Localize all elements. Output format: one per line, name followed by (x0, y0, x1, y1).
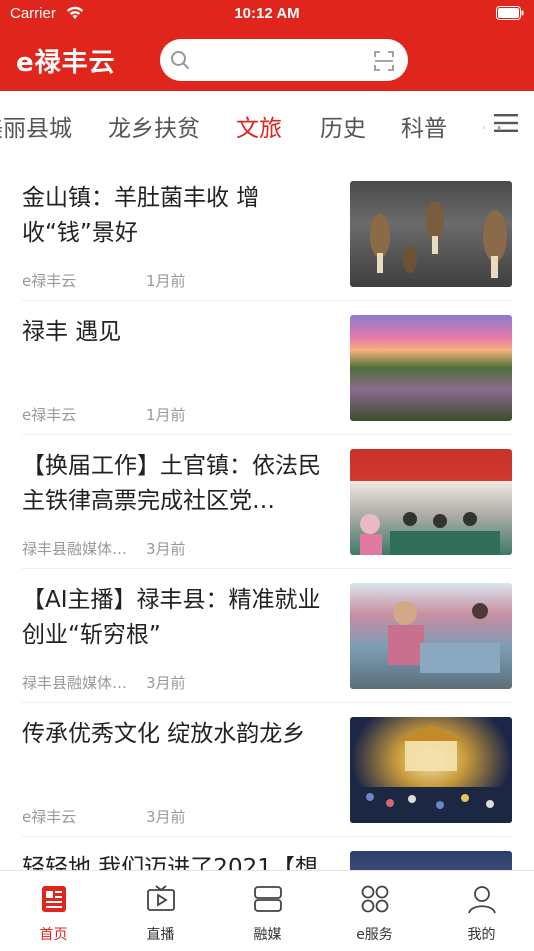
list-item[interactable]: 【换届工作】土官镇：依法民主铁律高票完成社区党… 禄丰县融媒体… 3月前 (22, 449, 512, 583)
tab-mine-label: 我的 (467, 927, 496, 943)
menu-icon[interactable] (494, 113, 518, 133)
article-time: 3月前 (146, 540, 186, 558)
tv-icon (147, 885, 175, 911)
grid-icon (361, 885, 389, 913)
tab-lishi[interactable]: 历史 (320, 109, 366, 143)
tab-media-label: 融媒 (253, 927, 282, 943)
article-source: 禄丰县融媒体… (22, 540, 128, 558)
article-thumbnail (350, 583, 512, 689)
article-meta: e禄丰云 3月前 (22, 806, 186, 827)
news-feed: 金山镇：羊肚菌丰收 增收“钱”景好 e禄丰云 1月前 禄丰 遇见 e禄丰云 1月前 … (0, 160, 534, 872)
article-meta: 禄丰县融媒体… 3月前 (22, 672, 186, 693)
article-source: e禄丰云 (22, 406, 77, 424)
article-source: 禄丰县融媒体… (22, 674, 128, 692)
tab-media[interactable]: 融媒 (214, 871, 321, 951)
clock: 10:12 AM (234, 5, 300, 22)
tab-home-label: 首页 (39, 927, 68, 943)
article-title: 轻轻地 我们迈进了2021【想 (22, 855, 318, 872)
tab-fade (454, 91, 494, 159)
article-meta: 禄丰县融媒体… 3月前 (22, 538, 186, 559)
article-thumbnail (350, 717, 512, 823)
tab-eservice-label: e服务 (356, 927, 393, 943)
tab-home[interactable]: 首页 (0, 871, 107, 951)
divider (22, 702, 512, 703)
search-bar[interactable] (160, 39, 408, 81)
article-source: e禄丰云 (22, 272, 77, 290)
article-source: e禄丰云 (22, 808, 77, 826)
article-title: 传承优秀文化 绽放水韵龙乡 (22, 721, 306, 747)
channel-tabs: 美丽县城 龙乡扶贫 文旅 历史 科普 … (0, 91, 534, 159)
list-item[interactable]: 【AI主播】禄丰县：精准就业创业“斩穷根” 禄丰县融媒体… 3月前 (22, 583, 512, 717)
article-title: 金山镇：羊肚菌丰收 增收“钱”景好 (22, 185, 260, 246)
user-icon (468, 886, 496, 914)
tab-mine[interactable]: 我的 (428, 871, 534, 951)
morel-mushroom-image (370, 201, 507, 278)
article-time: 3月前 (146, 808, 186, 826)
article-title: 【AI主播】禄丰县：精准就业创业“斩穷根” (22, 587, 321, 648)
divider (22, 434, 512, 435)
tab-meili[interactable]: 美丽县城 (0, 109, 72, 143)
article-meta: e禄丰云 1月前 (22, 270, 186, 291)
media-icon (254, 886, 282, 912)
tab-live-label: 直播 (146, 927, 175, 943)
article-meta: e禄丰云 1月前 (22, 404, 186, 425)
tab-fupin[interactable]: 龙乡扶贫 (108, 109, 200, 143)
battery-icon (496, 6, 524, 20)
article-thumbnail (350, 449, 512, 555)
article-title: 禄丰 遇见 (22, 319, 122, 345)
list-item[interactable]: 禄丰 遇见 e禄丰云 1月前 (22, 315, 512, 449)
status-bar: Carrier 10:12 AM (0, 0, 534, 28)
article-time: 3月前 (146, 674, 186, 692)
article-thumbnail (350, 851, 512, 872)
article-time: 1月前 (146, 272, 186, 290)
search-icon (171, 51, 189, 69)
article-thumbnail (350, 181, 512, 287)
list-item[interactable]: 轻轻地 我们迈进了2021【想 (22, 851, 512, 872)
news-icon (42, 886, 66, 912)
bottom-tab-bar: 首页 直播 融媒 e服务 我的 (0, 870, 534, 951)
tab-live[interactable]: 直播 (107, 871, 214, 951)
workshop-photo-image (388, 601, 500, 673)
scan-icon[interactable] (374, 51, 394, 71)
app-header: Carrier 10:12 AM e禄丰云 (0, 0, 534, 91)
tab-kepu[interactable]: 科普 (401, 109, 447, 143)
tab-eservice[interactable]: e服务 (321, 871, 428, 951)
night-stage-image (350, 725, 512, 823)
article-thumbnail (350, 315, 512, 421)
article-time: 1月前 (146, 406, 186, 424)
list-item[interactable]: 传承优秀文化 绽放水韵龙乡 e禄丰云 3月前 (22, 717, 512, 851)
divider (22, 568, 512, 569)
list-item[interactable]: 金山镇：羊肚菌丰收 增收“钱”景好 e禄丰云 1月前 (22, 181, 512, 315)
meeting-photo-image (360, 512, 500, 555)
divider (22, 300, 512, 301)
tab-wenlv[interactable]: 文旅 (236, 109, 282, 143)
app-logo: e禄丰云 (16, 48, 116, 78)
article-title: 【换届工作】土官镇：依法民主铁律高票完成社区党… (22, 453, 321, 514)
divider (22, 836, 512, 837)
